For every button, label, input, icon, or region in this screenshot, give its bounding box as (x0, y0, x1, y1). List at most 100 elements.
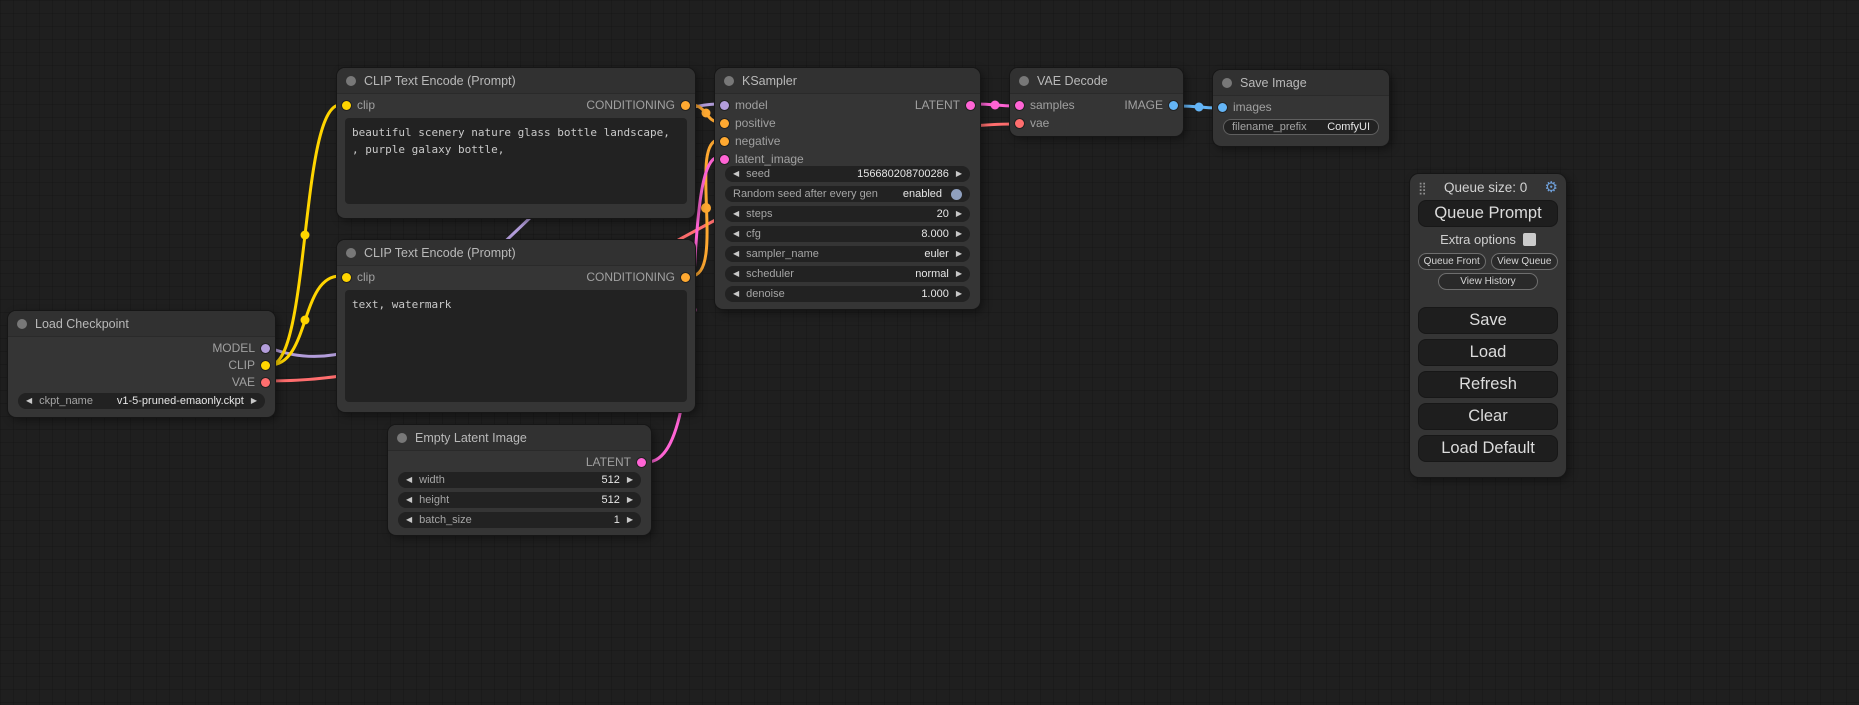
empty-latent-title-bar[interactable]: Empty Latent Image (388, 425, 651, 451)
vae-decode-title-bar[interactable]: VAE Decode (1010, 68, 1183, 94)
queue-menu-panel[interactable]: ⣿ Queue size: 0 ⚙ Queue Prompt Extra opt… (1410, 174, 1566, 477)
queue-front-button[interactable]: Queue Front (1418, 253, 1486, 270)
output-slot-conditioning[interactable]: CONDITIONING (337, 96, 695, 114)
increment-arrow-icon[interactable]: ▶ (956, 270, 962, 278)
node-ksampler[interactable]: KSampler model positive negative latent_… (715, 68, 980, 309)
queue-prompt-button[interactable]: Queue Prompt (1418, 200, 1558, 227)
decrement-arrow-icon[interactable]: ◀ (406, 516, 412, 524)
extra-options-checkbox[interactable] (1523, 233, 1536, 246)
widget-ckpt-name[interactable]: ◀ ckpt_name v1-5-pruned-emaonly.ckpt ▶ (18, 393, 265, 409)
decrement-arrow-icon[interactable]: ◀ (733, 230, 739, 238)
node-clip-text-encode-negative[interactable]: CLIP Text Encode (Prompt) clip CONDITION… (337, 240, 695, 412)
decrement-arrow-icon[interactable]: ◀ (406, 496, 412, 504)
collapse-dot-icon[interactable] (724, 76, 734, 86)
slot-label: positive (735, 116, 776, 130)
increment-arrow-icon[interactable]: ▶ (956, 290, 962, 298)
increment-arrow-icon[interactable]: ▶ (956, 170, 962, 178)
slot-dot-latent[interactable] (966, 101, 975, 110)
widget-filename-prefix[interactable]: filename_prefix ComfyUI (1223, 119, 1379, 135)
increment-arrow-icon[interactable]: ▶ (956, 230, 962, 238)
widget-label: cfg (746, 228, 761, 240)
increment-arrow-icon[interactable]: ▶ (956, 250, 962, 258)
slot-dot-conditioning[interactable] (681, 273, 690, 282)
input-slot-vae[interactable]: vae (1010, 114, 1183, 132)
output-slot-conditioning[interactable]: CONDITIONING (337, 268, 695, 286)
slot-dot-latent[interactable] (637, 458, 646, 467)
widget-denoise[interactable]: ◀ denoise 1.000 ▶ (725, 286, 970, 302)
view-queue-button[interactable]: View Queue (1491, 253, 1559, 270)
widget-seed[interactable]: ◀ seed 156680208700286 ▶ (725, 166, 970, 182)
output-slot-image[interactable]: IMAGE (1010, 96, 1183, 114)
slot-dot-vae[interactable] (1015, 119, 1024, 128)
slot-dot-conditioning[interactable] (681, 101, 690, 110)
output-slot-clip[interactable]: CLIP (8, 356, 275, 374)
clip-negative-title-bar[interactable]: CLIP Text Encode (Prompt) (337, 240, 695, 266)
toggle-knob-icon[interactable] (951, 189, 962, 200)
widget-width[interactable]: ◀ width 512 ▶ (398, 472, 641, 488)
save-image-title-bar[interactable]: Save Image (1213, 70, 1389, 96)
collapse-dot-icon[interactable] (1019, 76, 1029, 86)
widget-scheduler[interactable]: ◀ scheduler normal ▶ (725, 266, 970, 282)
slot-dot-conditioning[interactable] (720, 119, 729, 128)
load-default-button[interactable]: Load Default (1418, 435, 1558, 462)
slot-dot-conditioning[interactable] (720, 137, 729, 146)
clear-button[interactable]: Clear (1418, 403, 1558, 430)
decrement-arrow-icon[interactable]: ◀ (26, 397, 32, 405)
widget-sampler-name[interactable]: ◀ sampler_name euler ▶ (725, 246, 970, 262)
increment-arrow-icon[interactable]: ▶ (627, 496, 633, 504)
graph-canvas[interactable]: Load Checkpoint MODEL CLIP VAE ◀ ckpt_na… (0, 0, 1859, 705)
output-slot-model[interactable]: MODEL (8, 339, 275, 357)
widget-value: 156680208700286 (857, 168, 949, 180)
slot-dot-vae[interactable] (261, 378, 270, 387)
prompt-textarea[interactable]: text, watermark (345, 290, 687, 402)
node-clip-text-encode-positive[interactable]: CLIP Text Encode (Prompt) clip CONDITION… (337, 68, 695, 218)
decrement-arrow-icon[interactable]: ◀ (733, 210, 739, 218)
slot-dot-image[interactable] (1169, 101, 1178, 110)
clip-positive-title-bar[interactable]: CLIP Text Encode (Prompt) (337, 68, 695, 94)
widget-cfg[interactable]: ◀ cfg 8.000 ▶ (725, 226, 970, 242)
output-slot-latent[interactable]: LATENT (715, 96, 980, 114)
input-slot-positive[interactable]: positive (715, 114, 980, 132)
node-vae-decode[interactable]: VAE Decode samples vae IMAGE (1010, 68, 1183, 136)
input-slot-images[interactable]: images (1213, 98, 1389, 116)
slot-dot-latent[interactable] (720, 155, 729, 164)
save-button[interactable]: Save (1418, 307, 1558, 334)
node-save-image[interactable]: Save Image images filename_prefix ComfyU… (1213, 70, 1389, 146)
load-checkpoint-title-bar[interactable]: Load Checkpoint (8, 311, 275, 337)
collapse-dot-icon[interactable] (1222, 78, 1232, 88)
decrement-arrow-icon[interactable]: ◀ (733, 250, 739, 258)
collapse-dot-icon[interactable] (346, 248, 356, 258)
view-history-button[interactable]: View History (1438, 273, 1539, 290)
refresh-button[interactable]: Refresh (1418, 371, 1558, 398)
load-button[interactable]: Load (1418, 339, 1558, 366)
widget-random-seed-toggle[interactable]: Random seed after every gen enabled (725, 186, 970, 202)
decrement-arrow-icon[interactable]: ◀ (733, 170, 739, 178)
widget-batch-size[interactable]: ◀ batch_size 1 ▶ (398, 512, 641, 528)
increment-arrow-icon[interactable]: ▶ (251, 397, 257, 405)
collapse-dot-icon[interactable] (17, 319, 27, 329)
collapse-dot-icon[interactable] (346, 76, 356, 86)
slot-dot-clip[interactable] (261, 361, 270, 370)
slot-dot-image[interactable] (1218, 103, 1227, 112)
output-slot-latent[interactable]: LATENT (388, 453, 651, 471)
increment-arrow-icon[interactable]: ▶ (956, 210, 962, 218)
decrement-arrow-icon[interactable]: ◀ (733, 290, 739, 298)
node-empty-latent-image[interactable]: Empty Latent Image LATENT ◀ width 512 ▶ … (388, 425, 651, 535)
collapse-dot-icon[interactable] (397, 433, 407, 443)
slot-label: negative (735, 134, 780, 148)
slot-dot-model[interactable] (261, 344, 270, 353)
increment-arrow-icon[interactable]: ▶ (627, 476, 633, 484)
settings-gear-icon[interactable]: ⚙ (1545, 180, 1558, 195)
prompt-textarea[interactable]: beautiful scenery nature glass bottle la… (345, 118, 687, 204)
input-slot-negative[interactable]: negative (715, 132, 980, 150)
node-load-checkpoint[interactable]: Load Checkpoint MODEL CLIP VAE ◀ ckpt_na… (8, 311, 275, 417)
output-slot-vae[interactable]: VAE (8, 373, 275, 391)
widget-height[interactable]: ◀ height 512 ▶ (398, 492, 641, 508)
ksampler-title-bar[interactable]: KSampler (715, 68, 980, 94)
decrement-arrow-icon[interactable]: ◀ (406, 476, 412, 484)
widget-steps[interactable]: ◀ steps 20 ▶ (725, 206, 970, 222)
decrement-arrow-icon[interactable]: ◀ (733, 270, 739, 278)
node-title: Save Image (1240, 76, 1307, 90)
drag-handle-icon[interactable]: ⣿ (1418, 181, 1427, 195)
increment-arrow-icon[interactable]: ▶ (627, 516, 633, 524)
